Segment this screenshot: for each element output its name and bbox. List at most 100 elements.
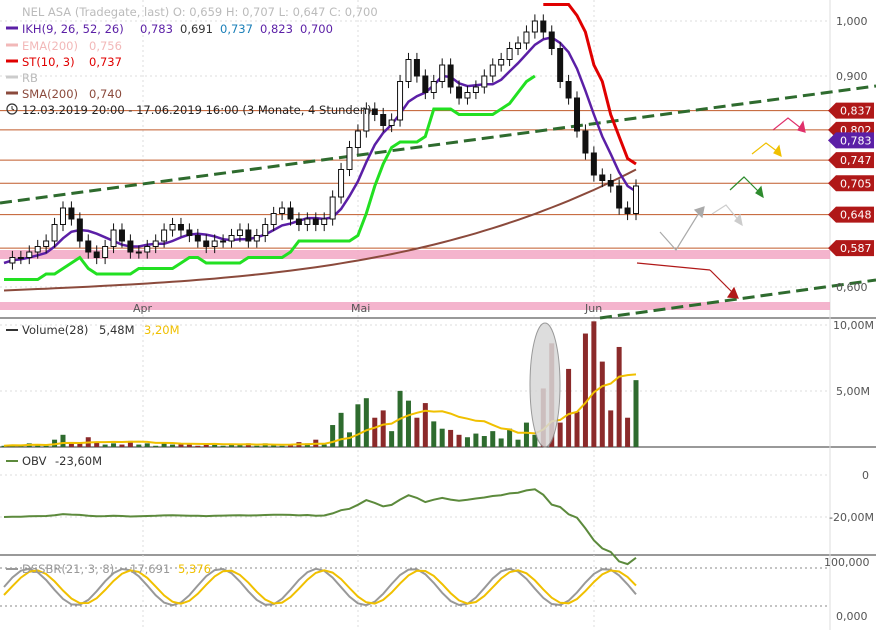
candle-body	[523, 31, 530, 44]
candle-body	[607, 180, 614, 187]
volume-bar	[153, 445, 159, 447]
candle-body	[506, 48, 513, 60]
volume-axis-labels: 10,00M 5,00M	[833, 319, 874, 398]
candle-body	[253, 235, 260, 242]
volume-bar	[574, 411, 580, 447]
candle-body	[186, 229, 193, 236]
candle-body	[194, 235, 201, 242]
volume-bar	[363, 398, 369, 447]
price-tags: 0,8370,8020,7830,7470,7050,6480,587	[828, 102, 874, 257]
volume-bar	[490, 431, 496, 447]
sma-line	[3, 168, 637, 292]
price-axis-label-0900: 0,900	[836, 70, 868, 83]
volume-bar	[582, 333, 588, 447]
candle-body	[447, 64, 454, 88]
candle-body	[279, 207, 286, 214]
candle-body	[211, 240, 218, 247]
candle-body	[557, 48, 564, 82]
candle-body	[9, 257, 16, 264]
candle-body	[405, 59, 412, 82]
candle-body	[51, 224, 58, 242]
chart-frame	[0, 0, 876, 630]
price-tag-label: 0,747	[840, 154, 872, 167]
volume-bar	[60, 434, 66, 447]
candle-body	[338, 169, 345, 198]
candle-body	[464, 92, 471, 99]
ikh-line	[3, 36, 637, 265]
dss-axis-labels: 100,000 0,000	[824, 556, 870, 623]
legend-sma-name: SMA(200)	[22, 87, 78, 101]
candle-body	[599, 174, 606, 181]
volume-bar	[102, 444, 108, 447]
candle-body	[43, 240, 50, 247]
obv-legend: OBV -23,60M	[6, 454, 102, 468]
candle-body	[388, 119, 395, 126]
price-axis-label-1000: 1,000	[836, 15, 868, 28]
candle-body	[515, 42, 522, 49]
candle-body	[624, 207, 631, 214]
volume-bar	[279, 445, 285, 447]
candle-body	[430, 81, 437, 93]
legend-ikh-name: IKH(9, 26, 52, 26)	[22, 22, 124, 36]
volume-bar	[338, 412, 344, 447]
volume-bar	[414, 417, 420, 447]
support-zone-upper	[0, 250, 830, 259]
candle-body	[262, 224, 269, 236]
dss-legend: DSSBR(21, 3, 8) 17,691 5,376	[6, 562, 211, 576]
dss-legend-value-1: 17,691	[130, 562, 170, 576]
candle-body	[68, 207, 75, 220]
volume-legend-value: 5,48M	[99, 323, 135, 337]
volume-bar	[616, 346, 622, 447]
obv-legend-name: OBV	[22, 454, 47, 468]
dss-axis-label-100: 100,000	[824, 556, 870, 569]
price-tag-label: 0,587	[840, 242, 872, 255]
candle-body	[287, 207, 294, 220]
candle-body	[346, 147, 353, 170]
chart-legend: NEL ASA (Tradegate, last) O: 0,659 H: 0,…	[6, 5, 378, 117]
volume-bar	[498, 438, 504, 447]
candle-body	[574, 97, 581, 132]
candle-body	[312, 218, 319, 225]
candle-body	[354, 130, 361, 148]
x-label-jun: Jun	[584, 302, 602, 315]
volume-bar	[633, 380, 639, 447]
candle-body	[304, 218, 311, 225]
price-tag-label: 0,648	[840, 209, 872, 222]
price-tag-label: 0,705	[840, 177, 872, 190]
candle-body	[169, 224, 176, 231]
volume-bar	[625, 417, 631, 447]
candle-body	[177, 224, 184, 231]
volume-bar	[481, 436, 487, 447]
candle-body	[26, 251, 33, 258]
candle-body	[413, 59, 420, 77]
legend-ema-value: 0,756	[89, 39, 122, 53]
volume-bar	[608, 410, 614, 447]
obv-axis-label-0: 0	[862, 469, 869, 482]
candle-body	[118, 229, 125, 242]
candle-body	[371, 108, 378, 115]
candle-body	[228, 235, 235, 242]
volume-bar	[372, 417, 378, 447]
candle-body	[85, 240, 92, 253]
volume-bar	[456, 434, 462, 447]
ikh-path	[3, 36, 637, 265]
legend-sma-value: 0,740	[89, 87, 122, 101]
candle-body	[472, 86, 479, 93]
dss-legend-name: DSSBR(21, 3, 8)	[22, 562, 114, 576]
dss-legend-value-2: 5,376	[178, 562, 211, 576]
obv-line	[3, 488, 637, 566]
obv-legend-value: -23,60M	[55, 454, 102, 468]
volume-bar	[507, 428, 513, 447]
volume-bar	[170, 444, 176, 447]
x-label-apr: Apr	[133, 302, 153, 315]
legend-ikh-value-2: 0,691	[180, 22, 213, 36]
candle-body	[17, 257, 24, 259]
candle-body	[582, 130, 589, 154]
volume-bar	[422, 403, 428, 447]
volume-bar	[566, 368, 572, 447]
candle-body	[590, 152, 597, 176]
candle-body	[102, 246, 109, 258]
candle-body	[531, 20, 538, 33]
candle-body	[422, 75, 429, 93]
candle-body	[245, 229, 252, 242]
